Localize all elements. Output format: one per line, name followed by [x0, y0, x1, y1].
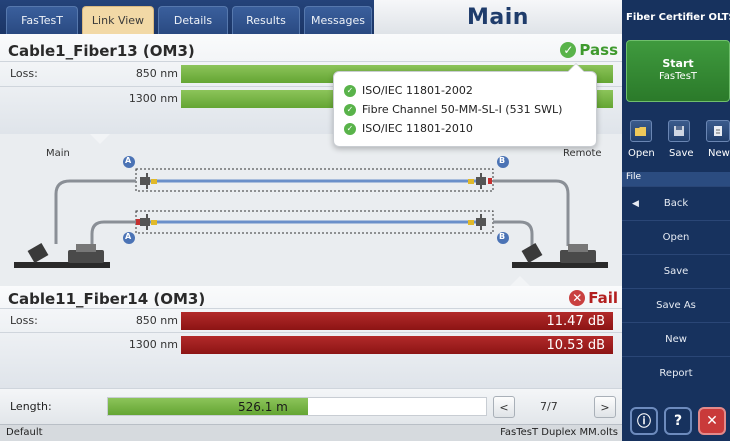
standard-item: ✓ ISO/IEC 11801-2010: [344, 122, 473, 135]
right-panel: Fiber Certifier OLTS Start FasTesT Open …: [622, 0, 730, 441]
standard-item: ✓ Fibre Channel 50-MM-SL-I (531 SWL): [344, 103, 562, 116]
loss-label: Loss:: [10, 67, 38, 80]
fiber-link-graphic: [14, 134, 608, 286]
menu-report[interactable]: Report: [622, 356, 730, 390]
wavelength-label: 1300 nm: [128, 338, 178, 351]
tab-fastest[interactable]: FasTesT: [6, 6, 78, 34]
loss-bar: 10.53 dB: [181, 336, 613, 354]
menu-save-as[interactable]: Save As: [622, 288, 730, 322]
tab-link-view[interactable]: Link View: [82, 6, 154, 34]
info-icon[interactable]: ⓘ: [630, 407, 658, 435]
save-icon-label: Save: [669, 148, 694, 159]
new-file-icon[interactable]: [706, 120, 730, 142]
port-b-label: B: [499, 232, 506, 241]
file-menu-header: File: [622, 172, 730, 186]
port-a-label: A: [125, 232, 132, 241]
length-bar: 526.1 m: [107, 397, 487, 416]
cable2-row-850: Loss: 850 nm 11.47 dB: [0, 308, 622, 333]
start-button[interactable]: Start FasTesT: [626, 40, 730, 102]
loss-bar: 11.47 dB: [181, 312, 613, 330]
tooltip-arrow-fill: [568, 64, 584, 72]
tab-messages[interactable]: Messages: [304, 6, 372, 34]
standards-tooltip: ✓ ISO/IEC 11801-2002 ✓ Fibre Channel 50-…: [333, 71, 597, 147]
check-icon: ✓: [344, 84, 356, 97]
length-value: 526.1 m: [238, 400, 288, 414]
prev-button[interactable]: <: [493, 396, 515, 418]
help-icon[interactable]: ?: [664, 407, 692, 435]
cable2-status-text: Fail: [588, 289, 618, 307]
save-disk-icon[interactable]: [668, 120, 690, 142]
menu-save[interactable]: Save: [622, 254, 730, 288]
check-icon: ✓: [560, 42, 577, 58]
page-title: Main: [467, 4, 529, 30]
check-icon: ✓: [344, 122, 356, 135]
wavelength-label: 850 nm: [135, 67, 178, 80]
cable2-title: Cable11_Fiber14 (OM3): [8, 290, 206, 308]
new-icon-label: New: [708, 148, 730, 159]
status-left: Default: [6, 427, 43, 438]
check-icon: ✓: [344, 103, 356, 116]
cable1-title: Cable1_Fiber13 (OM3): [8, 42, 195, 60]
port-a-label: A: [125, 156, 132, 165]
menu-new[interactable]: New: [622, 322, 730, 356]
back-arrow-icon: ◀: [632, 198, 639, 209]
standard-item: ✓ ISO/IEC 11801-2002: [344, 84, 473, 97]
length-label: Length:: [10, 400, 52, 413]
status-filename: FasTesT Duplex MM.olts: [500, 427, 618, 438]
status-bar: Default FasTesT Duplex MM.olts: [0, 424, 622, 441]
cable2-status[interactable]: ✕ Fail: [569, 289, 618, 307]
cable2-row-1300: 1300 nm 10.53 dB: [0, 332, 622, 357]
main-title-area: Main: [374, 0, 622, 34]
link-diagram: Main Remote A A B B: [0, 134, 622, 286]
tab-details[interactable]: Details: [158, 6, 228, 34]
cable2-section: Cable11_Fiber14 (OM3) ✕ Fail Loss: 850 n…: [0, 286, 622, 388]
wavelength-label: 1300 nm: [128, 92, 178, 105]
menu-open[interactable]: Open: [622, 220, 730, 254]
app-title: Fiber Certifier OLTS: [626, 11, 730, 23]
next-button[interactable]: >: [594, 396, 616, 418]
open-folder-icon[interactable]: [630, 120, 652, 142]
x-icon: ✕: [569, 290, 586, 306]
open-icon-label: Open: [628, 148, 655, 159]
cable1-status[interactable]: ✓ Pass: [560, 41, 618, 59]
cable1-status-text: Pass: [579, 41, 618, 59]
menu-back[interactable]: ◀ Back: [622, 186, 730, 220]
wavelength-label: 850 nm: [135, 314, 178, 327]
tab-results[interactable]: Results: [232, 6, 300, 34]
page-indicator: 7/7: [540, 400, 558, 413]
length-row: Length: 526.1 m < 7/7 >: [0, 388, 622, 424]
close-icon[interactable]: ✕: [698, 407, 726, 435]
loss-label: Loss:: [10, 314, 38, 327]
port-b-label: B: [499, 156, 506, 165]
